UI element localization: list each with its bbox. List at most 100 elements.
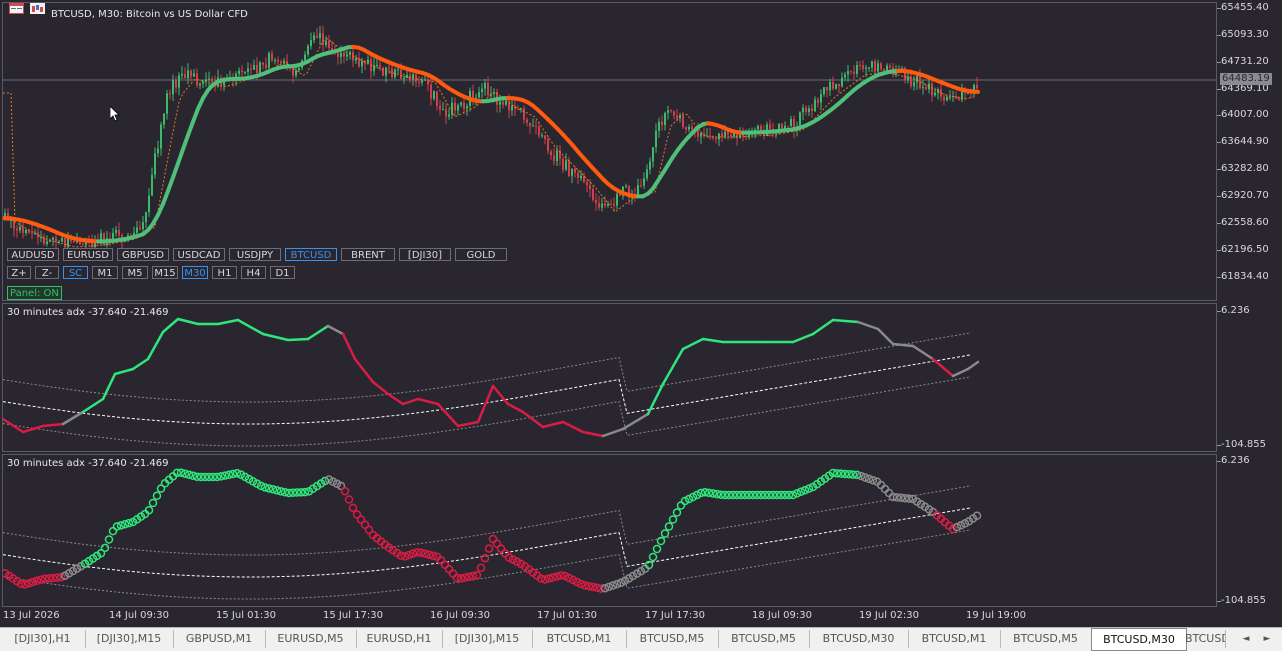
slow-ma-segment	[161, 189, 170, 207]
chart-tab[interactable]: EURUSD,M5	[265, 630, 357, 648]
chart-tab[interactable]: BTCUSD,M5	[1185, 630, 1226, 648]
candle-body	[916, 75, 918, 83]
indicator2-min-label: -104.855	[1221, 595, 1266, 606]
price-axis-label: 63282.80	[1221, 163, 1269, 175]
adx-line-segment	[386, 392, 405, 406]
candle-body	[580, 175, 582, 179]
candle-body	[835, 83, 837, 89]
timeframe-button-zplus[interactable]: Z+	[7, 266, 31, 279]
time-axis[interactable]: 13 Jul 2026 14 Jul 09:30 15 Jul 01:30 15 Ju…	[0, 607, 1217, 627]
timeframe-button-h1[interactable]: H1	[212, 266, 237, 279]
adx-dots-canvas[interactable]	[3, 455, 1216, 606]
timeframe-button-zminus[interactable]: Z-	[35, 266, 59, 279]
candle-body	[64, 238, 66, 248]
candle-body	[616, 193, 618, 206]
symbol-button-gold[interactable]: GOLD	[455, 248, 507, 261]
timeframe-button-m1[interactable]: M1	[92, 266, 118, 279]
chart-tab[interactable]: EURUSD,H1	[356, 630, 443, 648]
symbol-button-dji30[interactable]: [DJI30]	[399, 248, 451, 261]
chart-tab[interactable]: BTCUSD,M5	[626, 630, 719, 648]
price-axis-label: 64731.20	[1221, 55, 1269, 67]
candle-body	[538, 126, 540, 136]
candle-body	[358, 57, 360, 67]
adx-dot	[148, 498, 158, 508]
indicator1-axis[interactable]: 6.236 -104.855	[1217, 303, 1282, 454]
chart-tab[interactable]: BTCUSD,M5	[718, 630, 810, 648]
timeframe-button-m5[interactable]: M5	[122, 266, 148, 279]
candle-body	[472, 90, 474, 99]
candle-body	[16, 228, 18, 231]
candle-body	[604, 203, 606, 206]
candle-body	[931, 83, 933, 96]
candle-body	[697, 130, 699, 137]
adx-line-segment	[491, 384, 510, 406]
chart-tab[interactable]: BTCUSD,M30	[809, 630, 909, 648]
candle-body	[346, 54, 348, 57]
candle-body	[244, 71, 246, 73]
time-axis-label: 19 Jul 19:00	[966, 610, 1026, 621]
adx-dot	[884, 488, 894, 498]
candle-body	[205, 79, 207, 82]
candle-body	[862, 65, 864, 69]
candle-body	[376, 64, 378, 66]
adx-line-segment	[81, 397, 105, 414]
chart-tab[interactable]: BTCUSD,M1	[532, 630, 627, 648]
symbol-button-usdcad[interactable]: USDCAD	[173, 248, 225, 261]
chart-tab[interactable]: GBPUSD,M1	[173, 630, 266, 648]
candle-body	[460, 102, 462, 106]
adx-line-segment	[353, 357, 375, 384]
symbol-button-btcusd[interactable]: BTCUSD	[285, 248, 337, 261]
adx-dot	[480, 553, 490, 563]
candle-body	[685, 127, 687, 130]
chart-tab[interactable]: [DJI30],M15	[85, 630, 174, 648]
candle-body	[715, 137, 717, 140]
candle-body	[268, 53, 270, 69]
candle-body	[955, 96, 957, 98]
timeframe-button-h4[interactable]: H4	[241, 266, 266, 279]
chart-tab[interactable]: [DJI30],H1	[0, 630, 86, 648]
chart-tab[interactable]: BTCUSD,M5	[1000, 630, 1092, 648]
time-axis-label: 19 Jul 02:30	[859, 610, 919, 621]
symbol-button-brent[interactable]: BRENT	[341, 248, 395, 261]
symbol-button-gbpusd[interactable]: GBPUSD	[117, 248, 169, 261]
candle-body	[874, 61, 876, 72]
candle-body	[655, 130, 657, 148]
tabs-scroll-left-icon[interactable]: ◄	[1239, 632, 1253, 646]
timeframe-button-sc[interactable]: SC	[63, 266, 88, 279]
indicator2-axis[interactable]: 6.236 -104.855	[1217, 454, 1282, 607]
candle-body	[667, 110, 669, 113]
symbol-button-usdjpy[interactable]: USDJPY	[229, 248, 281, 261]
candle-body	[598, 203, 600, 208]
timeframe-button-m30[interactable]: M30	[182, 266, 208, 279]
candle-body	[250, 68, 252, 70]
candle-body	[811, 108, 813, 112]
adx-indicator-pane-line[interactable]: 30 minutes adx -37.640 -21.469	[2, 303, 1217, 452]
adx-line-segment	[261, 332, 290, 342]
adx-indicator-pane-dots[interactable]: 30 minutes adx -37.640 -21.469	[2, 454, 1217, 607]
timeframe-button-d1[interactable]: D1	[270, 266, 295, 279]
candle-body	[625, 186, 627, 188]
candle-body	[730, 134, 732, 137]
symbol-button-audusd[interactable]: AUDUSD	[7, 248, 59, 261]
adx-line-segment	[581, 430, 605, 438]
adx-line-canvas[interactable]	[3, 304, 1216, 451]
time-axis-label: 17 Jul 01:30	[537, 610, 597, 621]
candle-body	[523, 108, 525, 120]
symbol-button-eurusd[interactable]: EURUSD	[63, 248, 113, 261]
chart-tab[interactable]: [DJI30],M15	[442, 630, 533, 648]
adx-line-segment	[61, 410, 85, 426]
chart-tab[interactable]: BTCUSD,M30	[1091, 628, 1187, 651]
candle-body	[22, 226, 24, 233]
candle-body	[52, 237, 54, 240]
chart-tab[interactable]: BTCUSD,M1	[908, 630, 1001, 648]
tabs-scroll-right-icon[interactable]: ►	[1260, 632, 1274, 646]
candle-body	[643, 178, 645, 186]
panel-status-badge[interactable]: Panel: ON	[7, 286, 62, 300]
price-axis[interactable]: 65455.40 65093.30 64731.20 64369.10 64007.00…	[1217, 0, 1282, 303]
candle-body	[541, 135, 543, 137]
candle-body	[466, 105, 468, 109]
timeframe-button-m15[interactable]: M15	[152, 266, 178, 279]
candle-body	[433, 91, 435, 99]
candle-body	[691, 126, 693, 130]
price-chart-pane[interactable]: BTCUSD, M30: Bitcoin vs US Dollar CFD AU…	[2, 2, 1217, 301]
